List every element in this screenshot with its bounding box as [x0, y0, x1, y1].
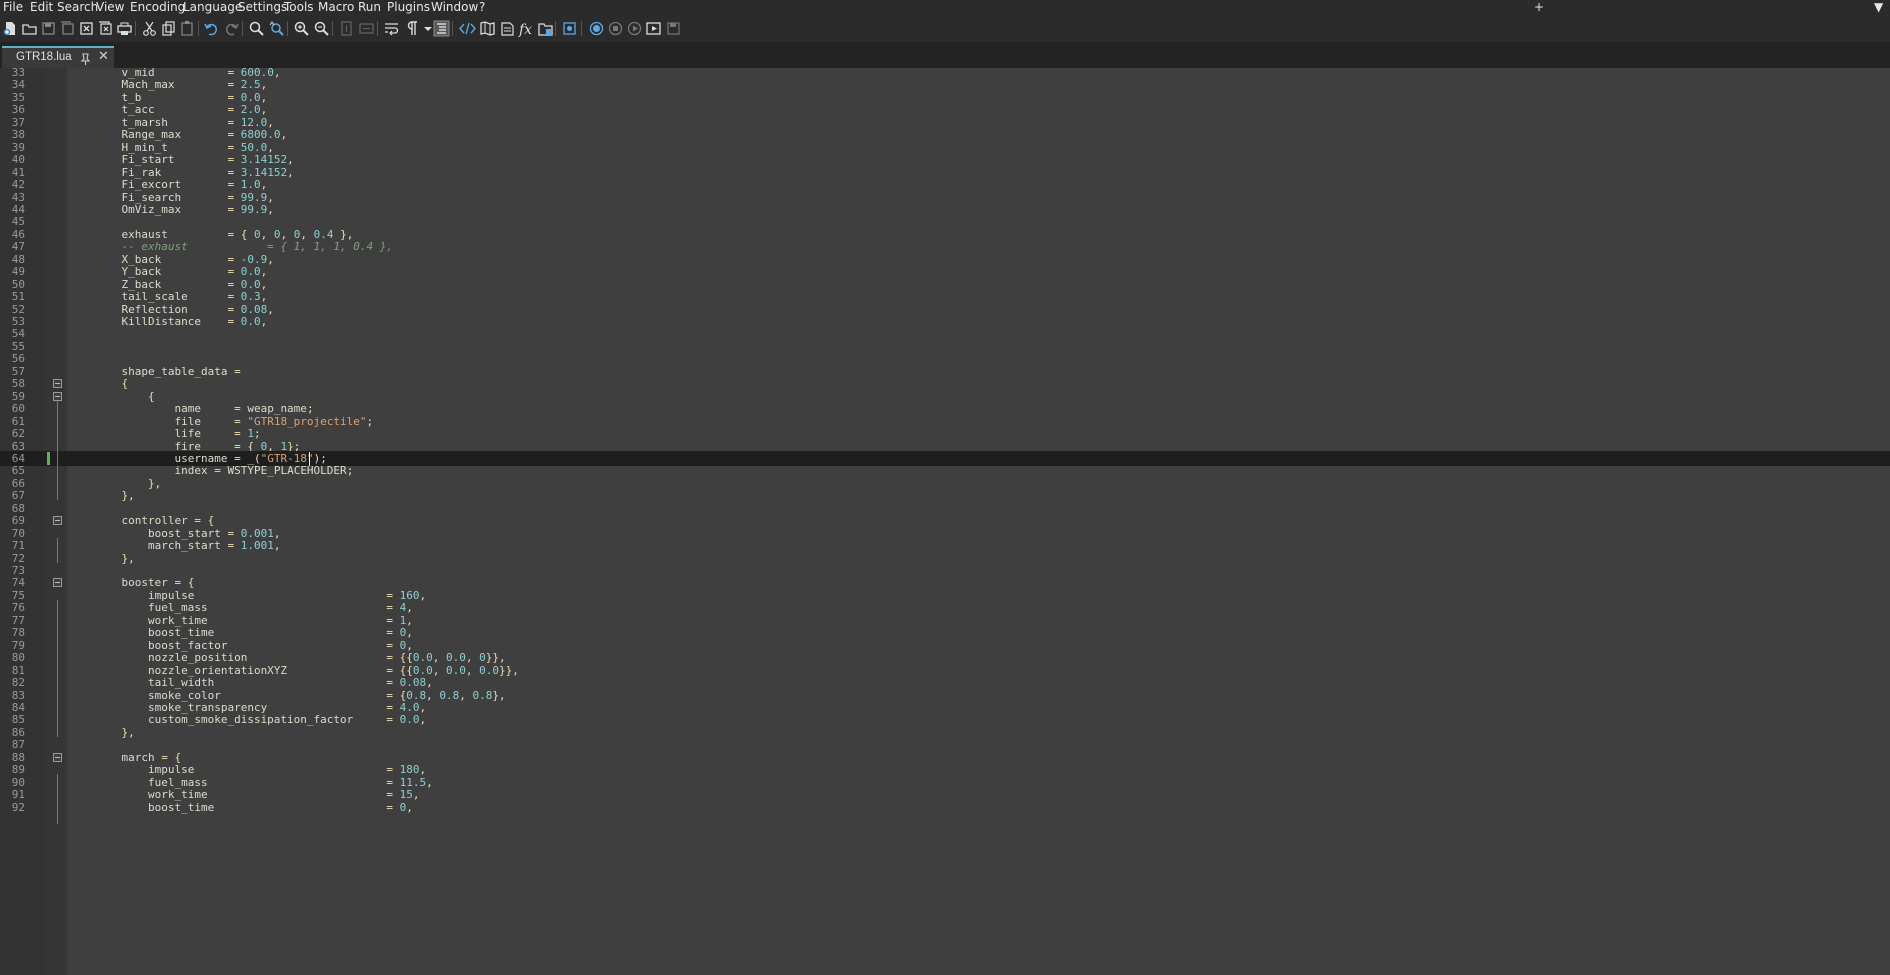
menu-help[interactable]: ? [479, 0, 485, 15]
save-macro-icon[interactable] [665, 20, 682, 37]
zoom-in-icon[interactable] [293, 20, 310, 37]
menu-macro[interactable]: Macro [318, 0, 354, 15]
print-icon[interactable] [116, 20, 133, 37]
fold-toggle-icon[interactable] [53, 391, 62, 401]
menu-settings[interactable]: Settings [238, 0, 287, 15]
play-macro-icon[interactable] [626, 20, 643, 37]
menu-window[interactable]: Window [431, 0, 478, 15]
svg-text:fx: fx [518, 22, 532, 37]
indent-guide-icon[interactable] [433, 20, 450, 37]
stop-record-icon[interactable] [607, 20, 624, 37]
add-tab-button[interactable]: + [1534, 0, 1544, 15]
fold-toggle-icon[interactable] [53, 752, 62, 762]
run-macro-multiple-icon[interactable] [645, 20, 662, 37]
toolbar-separator [581, 21, 582, 36]
code-text[interactable]: boost_time = 0, [95, 800, 413, 815]
zoom-out-icon[interactable] [313, 20, 330, 37]
fold-line [57, 537, 58, 563]
menu-edit[interactable]: Edit [30, 0, 53, 15]
open-file-icon[interactable] [21, 20, 38, 37]
toolbar-separator [198, 21, 199, 36]
menu-search[interactable]: Search [57, 0, 98, 15]
toolbar-separator [287, 21, 288, 36]
new-file-icon[interactable] [2, 20, 19, 37]
code-line[interactable]: 92 boost_time = 0, [0, 800, 1890, 815]
function-icon[interactable]: fx [518, 20, 535, 37]
close-all-icon[interactable] [97, 20, 114, 37]
fold-line [57, 599, 58, 737]
toolbar-separator [377, 21, 378, 36]
menu-plugins[interactable]: Plugins [387, 0, 430, 15]
replace-icon[interactable] [268, 20, 285, 37]
xml-tag-icon[interactable] [459, 20, 476, 37]
close-tab-icon[interactable]: ✕ [98, 49, 109, 64]
toolbar: fx [0, 15, 1890, 42]
redo-icon[interactable] [223, 20, 240, 37]
save-icon[interactable] [40, 20, 57, 37]
change-history-marker [47, 451, 50, 465]
pin-icon[interactable] [79, 51, 92, 65]
fold-toggle-icon[interactable] [53, 516, 62, 526]
tab-label: GTR18.lua [16, 51, 72, 63]
fold-toggle-icon[interactable] [53, 578, 62, 588]
sync-vertical-icon[interactable] [338, 20, 355, 37]
toolbar-separator [332, 21, 333, 36]
undo-icon[interactable] [203, 20, 220, 37]
menu-run[interactable]: Run [358, 0, 381, 15]
fold-line [57, 774, 58, 824]
tab-list-dropdown-button[interactable]: ▼ [1874, 0, 1883, 15]
menu-language[interactable]: Language [183, 0, 242, 15]
find-icon[interactable] [248, 20, 265, 37]
toolbar-separator [452, 21, 453, 36]
fold-toggle-icon[interactable] [53, 379, 62, 389]
close-icon[interactable] [78, 20, 95, 37]
show-all-chars-icon[interactable] [403, 20, 420, 37]
word-wrap-icon[interactable] [383, 20, 400, 37]
menu-view[interactable]: View [96, 0, 124, 15]
copy-icon[interactable] [160, 20, 177, 37]
line-number: 92 [11, 800, 25, 814]
menu-bar: File Edit Search View Encoding Language Settin… [0, 0, 1890, 15]
paste-icon[interactable] [179, 20, 196, 37]
menu-file[interactable]: File [3, 0, 23, 15]
sync-horizontal-icon[interactable] [358, 20, 375, 37]
folder-workspace-icon[interactable] [537, 20, 554, 37]
text-caret [309, 451, 310, 466]
save-all-icon[interactable] [59, 20, 76, 37]
toolbar-separator [135, 21, 136, 36]
toolbar-separator [242, 21, 243, 36]
cut-icon[interactable] [141, 20, 158, 37]
function-list-icon[interactable] [499, 20, 516, 37]
record-macro-icon[interactable] [588, 20, 605, 37]
monitoring-icon[interactable] [561, 20, 578, 37]
document-map-icon[interactable] [479, 20, 496, 37]
fold-line [57, 400, 58, 501]
code-editor[interactable]: 33 v_mid = 600.0, 34 Mach_max = 2.5, 35 t_… [0, 66, 1890, 975]
menu-encoding[interactable]: Encoding [130, 0, 185, 15]
menu-tools[interactable]: Tools [284, 0, 314, 15]
toolbar-separator [555, 21, 556, 36]
